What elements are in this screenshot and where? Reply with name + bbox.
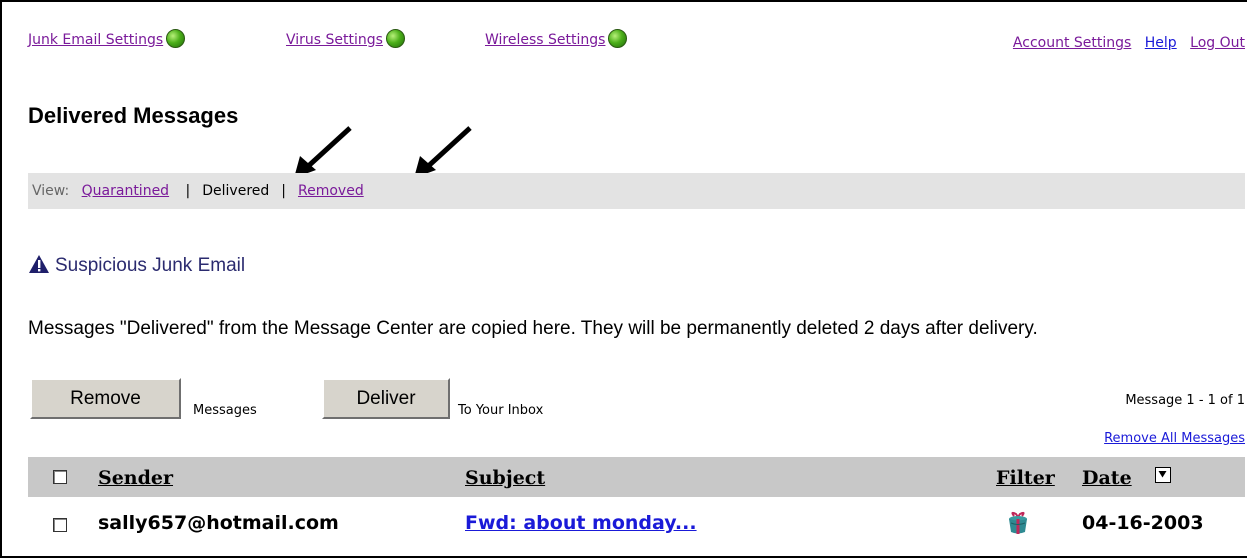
row-subject-link[interactable]: Fwd: about monday...	[465, 512, 697, 534]
annotation-arrow-icon	[414, 126, 472, 178]
chevron-down-icon	[1158, 471, 1167, 478]
warning-icon	[29, 255, 49, 273]
view-label: View:	[32, 183, 70, 199]
help-link[interactable]: Help	[1145, 35, 1177, 51]
view-delivered-current: Delivered	[202, 183, 270, 199]
table-row: sally657@hotmail.com Fwd: about monday..…	[28, 500, 1245, 550]
warning-text: Suspicious Junk Email	[55, 255, 246, 276]
view-removed-link[interactable]: Removed	[298, 183, 364, 199]
remove-all-messages-link[interactable]: Remove All Messages	[1104, 431, 1245, 446]
nav-wireless-settings-link[interactable]: Wireless Settings	[485, 32, 605, 48]
log-out-link[interactable]: Log Out	[1190, 35, 1245, 51]
view-quarantined-link[interactable]: Quarantined	[82, 183, 169, 199]
filter-column-header[interactable]: Filter	[996, 467, 1055, 489]
sender-column-header[interactable]: Sender	[98, 467, 173, 489]
nav-junk-email-settings-link[interactable]: Junk Email Settings	[28, 32, 163, 48]
nav-junk-email-settings[interactable]: Junk Email Settings	[28, 29, 186, 48]
annotation-arrow-icon	[294, 126, 352, 178]
date-column-header[interactable]: Date	[1082, 467, 1132, 489]
deliver-note: To Your Inbox	[458, 403, 544, 418]
deliver-button[interactable]: Deliver	[322, 378, 450, 419]
status-green-icon	[608, 29, 628, 48]
view-bar: View: Quarantined | Delivered | Removed	[28, 173, 1245, 209]
message-count: Message 1 - 1 of 1	[1125, 393, 1245, 408]
subject-column-header[interactable]: Subject	[465, 467, 545, 489]
page-title: Delivered Messages	[28, 103, 239, 128]
sort-dropdown[interactable]	[1155, 467, 1171, 483]
suspicious-junk-email: Suspicious Junk Email	[28, 254, 245, 277]
view-separator: |	[185, 183, 191, 199]
view-separator: |	[281, 183, 286, 199]
nav-virus-settings-link[interactable]: Virus Settings	[286, 32, 383, 48]
description-text: Messages "Delivered" from the Message Ce…	[28, 318, 1038, 339]
status-green-icon	[166, 29, 186, 48]
row-date: 04-16-2003	[1082, 512, 1204, 534]
top-links: Account Settings Help Log Out	[1004, 35, 1245, 51]
select-all-checkbox[interactable]	[53, 470, 67, 484]
account-settings-link[interactable]: Account Settings	[1013, 35, 1131, 51]
status-green-icon	[385, 29, 405, 48]
row-sender: sally657@hotmail.com	[98, 512, 339, 534]
gift-icon	[1009, 511, 1027, 534]
nav-wireless-settings[interactable]: Wireless Settings	[485, 29, 628, 48]
row-checkbox[interactable]	[53, 518, 67, 532]
remove-button[interactable]: Remove	[30, 378, 181, 419]
nav-virus-settings[interactable]: Virus Settings	[286, 29, 405, 48]
remove-note: Messages	[193, 403, 257, 418]
table-header: Sender Subject Filter Date	[28, 457, 1245, 497]
